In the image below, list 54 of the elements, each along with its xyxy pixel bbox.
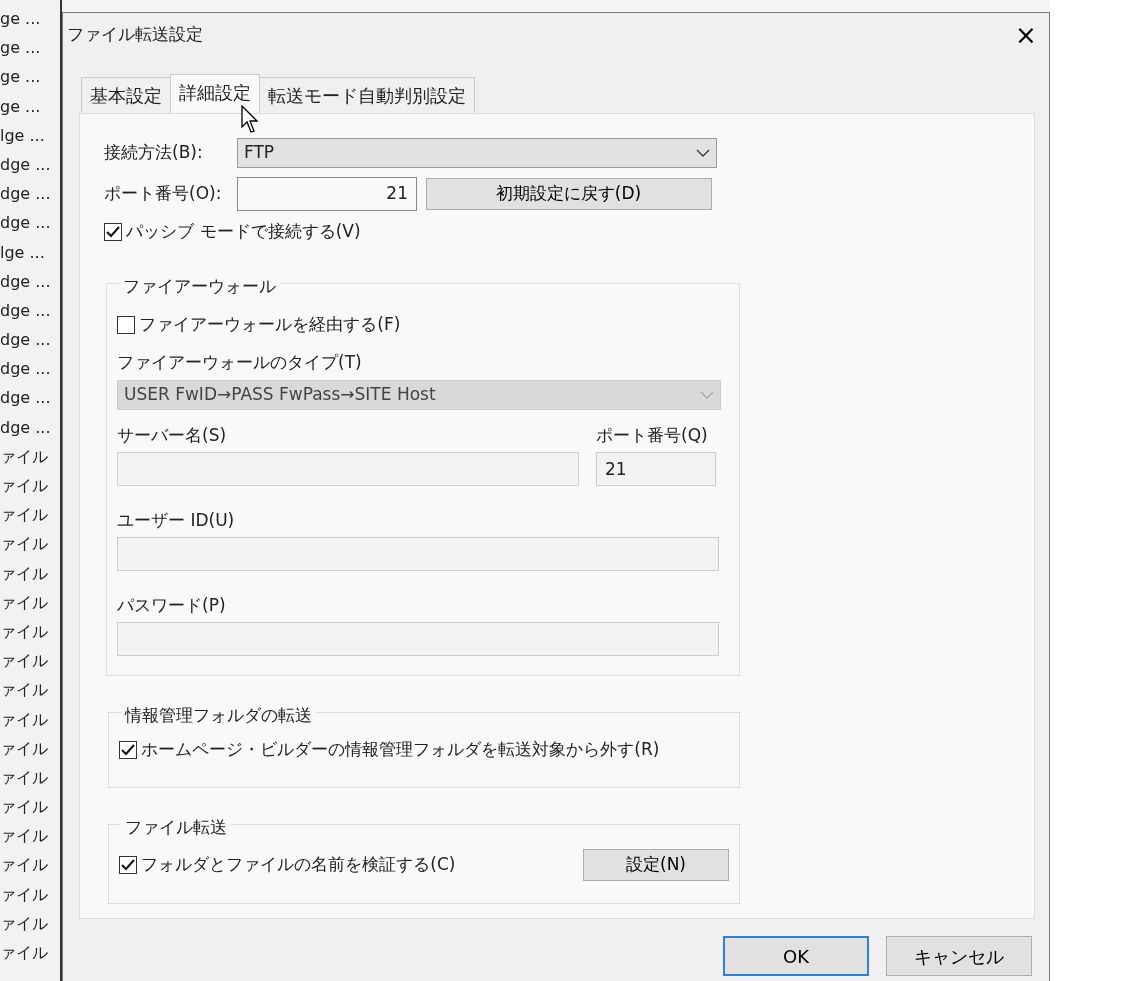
close-button[interactable]: × [1003, 21, 1049, 49]
field-label: ユーザー ID(U) [117, 508, 236, 532]
list-item: ァイル [0, 504, 49, 527]
list-item: dge ... [0, 387, 52, 410]
list-item: ァイル [0, 796, 49, 819]
checkbox-label: ファイアーウォールを経由する(F) [139, 312, 401, 336]
field-label: 接続方法(B): [104, 141, 204, 165]
list-item: ァイル [0, 620, 49, 643]
list-item: ァイル [0, 912, 49, 935]
list-item: ァイル [0, 766, 49, 789]
list-item: ge ... [0, 95, 42, 118]
tab[interactable]: 転送モード自動判別設定 [259, 77, 475, 113]
list-item: ァイル [0, 825, 49, 848]
list-item: dge ... [0, 416, 52, 439]
list-item: ァイル [0, 942, 49, 964]
list-item: ge ... [0, 37, 42, 60]
list-item: ァイル [0, 854, 49, 877]
dropdown[interactable]: FTP [237, 138, 717, 168]
list-item: ァイル [0, 737, 49, 760]
field-label: パスワード(P) [117, 593, 227, 617]
list-item: dge ... [0, 212, 52, 235]
list-item: dge ... [0, 153, 52, 176]
reset-button[interactable]: 初期設定に戻す(D) [425, 177, 712, 210]
list-item: ge ... [0, 66, 42, 89]
list-item: ァイル [0, 708, 49, 731]
list-item: dge ... [0, 358, 52, 381]
list-item: dge ... [0, 270, 52, 293]
field-label: ポート番号(Q) [596, 423, 709, 447]
list-item: ァイル [0, 679, 49, 702]
ok-button[interactable]: OK [723, 936, 869, 976]
list-item: dge ... [0, 299, 52, 322]
settings-button[interactable]: 設定(N) [583, 848, 729, 881]
list-item: ァイル [0, 445, 49, 468]
list-item: ァイル [0, 562, 49, 585]
list-item: ァイル [0, 883, 49, 906]
list-item: ァイル [0, 475, 49, 497]
tab[interactable]: 基本設定 [81, 77, 171, 113]
list-item: ァイル [0, 533, 49, 556]
field-label: ポート番号(O): [104, 181, 223, 205]
list-item: lge ... [0, 241, 46, 264]
port-field[interactable]: 21 [237, 176, 417, 211]
list-item: ge ... [0, 8, 42, 30]
cancel-button[interactable]: キャンセル [886, 936, 1032, 976]
window-title: ファイル転送設定 [67, 23, 204, 47]
checkbox-label: ホームページ・ビルダーの情報管理フォルダを転送対象から外す(R) [141, 737, 660, 761]
checkbox-label: フォルダとファイルの名前を検証する(C) [141, 853, 456, 876]
list-item: ァイル [0, 650, 49, 673]
list-item: ァイル [0, 591, 49, 614]
list-item: dge ... [0, 183, 52, 206]
list-item: dge ... [0, 329, 52, 352]
field-label: ファイアーウォールのタイプ(T) [117, 351, 363, 374]
list-item: lge ... [0, 124, 46, 147]
field-label: サーバー名(S) [117, 423, 228, 447]
checkbox-label: パッシブ モードで接続する(V) [126, 220, 361, 243]
